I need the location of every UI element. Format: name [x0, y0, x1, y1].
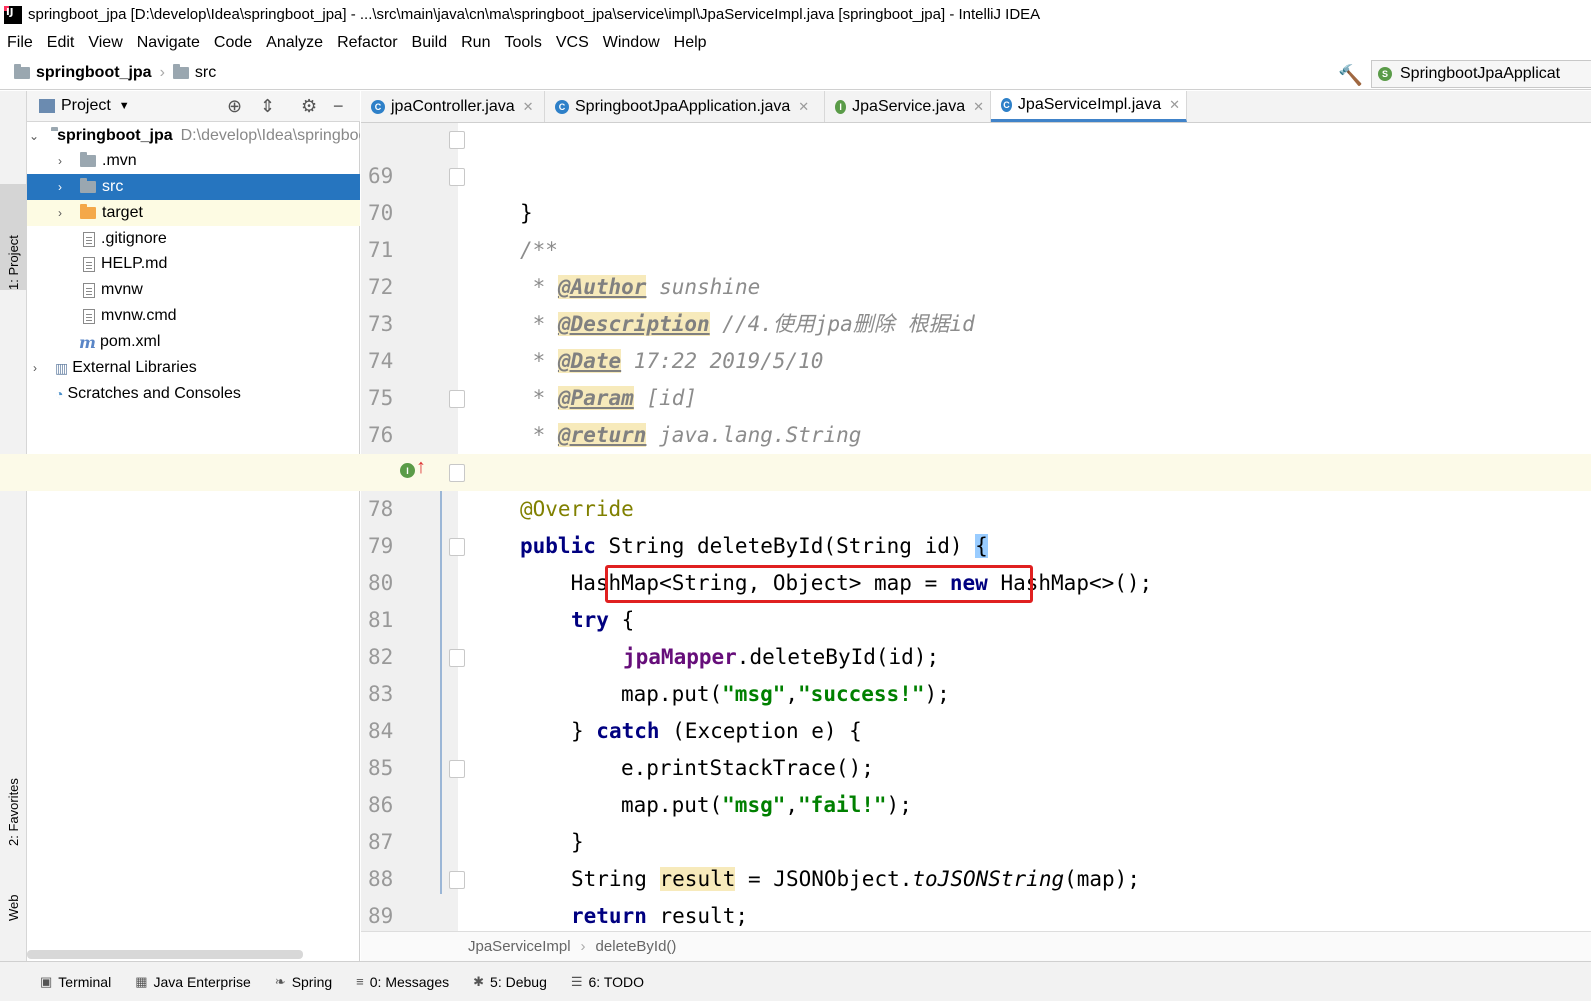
- messages-icon: ≡: [356, 974, 364, 989]
- fold-marker-icon[interactable]: [449, 168, 465, 186]
- bottom-tool-bar: ▣ Terminal ▦ Java Enterprise ❧ Spring ≡ 0: M…: [0, 961, 1591, 1001]
- breadcrumb-separator-icon: ›: [580, 938, 586, 955]
- tool-debug[interactable]: ✱ 5: Debug: [473, 974, 547, 990]
- code-line-83: 83 } catch (Exception e) {: [0, 639, 1591, 743]
- window-title: springboot_jpa [D:\develop\Idea\springbo…: [28, 6, 1041, 23]
- todo-list-icon: ☰: [570, 973, 583, 989]
- project-panel-title[interactable]: Project: [61, 97, 111, 115]
- highlight-annotation-box: [605, 565, 1033, 603]
- code-line-85: 85 map.put("msg","fail!");: [368, 756, 912, 817]
- menu-refactor[interactable]: Refactor: [330, 29, 404, 56]
- src-folder-icon: [172, 63, 189, 79]
- tool-spring[interactable]: ❧ Spring: [275, 974, 332, 990]
- code-line-80: 80 try {: [0, 528, 1591, 632]
- menu-vcs[interactable]: VCS: [549, 29, 596, 56]
- code-line-72: 72 * @Description //4.使用jpa删除 根据id: [368, 275, 975, 336]
- run-configuration-selector[interactable]: S SpringbootJpaApplicat: [1371, 60, 1591, 88]
- nav-separator-icon: ›: [159, 63, 165, 81]
- tool-java-enterprise[interactable]: ▦ Java Enterprise: [135, 974, 251, 990]
- gear-icon[interactable]: ⚙: [301, 96, 317, 117]
- code-line-87: 87 String result = JSONObject.toJSONStri…: [368, 830, 1140, 891]
- menu-view[interactable]: View: [81, 29, 129, 56]
- close-icon[interactable]: ✕: [973, 99, 984, 115]
- bug-icon: ✱: [473, 973, 485, 989]
- fold-marker-icon[interactable]: [449, 649, 465, 667]
- chevron-down-icon[interactable]: ▼: [119, 100, 130, 112]
- collapse-all-icon[interactable]: ⇕: [260, 96, 275, 117]
- code-line-88: 88 return result;: [368, 867, 749, 928]
- code-line-77: 77 @Override: [368, 460, 634, 521]
- code-line-89: 89 }: [0, 861, 1591, 972]
- hide-panel-icon[interactable]: −: [333, 96, 344, 117]
- tool-todo[interactable]: ☰ 6: TODO: [571, 974, 644, 990]
- run-config-label: SpringbootJpaApplicat: [1400, 65, 1561, 82]
- implements-method-icon[interactable]: I: [400, 463, 415, 478]
- menu-edit[interactable]: Edit: [40, 29, 82, 56]
- spring-leaf-icon: ❧: [274, 973, 286, 989]
- menu-window[interactable]: Window: [596, 29, 667, 56]
- code-line-79: 79 HashMap<String, Object> map = new Has…: [368, 534, 1153, 595]
- project-view-icon: [39, 99, 55, 113]
- breadcrumb-method[interactable]: deleteById(): [596, 938, 677, 955]
- menu-code[interactable]: Code: [207, 29, 259, 56]
- menu-bar: File Edit View Navigate Code Analyze Ref…: [0, 29, 1591, 56]
- menu-run[interactable]: Run: [454, 29, 497, 56]
- fold-marker-icon[interactable]: [449, 538, 465, 556]
- fold-marker-icon[interactable]: [449, 390, 465, 408]
- code-line-82: 82 map.put("msg","success!");: [368, 645, 950, 706]
- menu-build[interactable]: Build: [405, 29, 455, 56]
- close-icon[interactable]: ✕: [798, 99, 809, 115]
- locate-target-icon[interactable]: ⊕: [227, 96, 242, 117]
- close-icon[interactable]: ✕: [1169, 97, 1180, 113]
- tab-jpa-service-impl[interactable]: C JpaServiceImpl.java ✕: [991, 91, 1187, 122]
- terminal-icon: ▣: [40, 973, 53, 989]
- fold-marker-icon[interactable]: [449, 464, 465, 482]
- code-line-69: 69 }: [0, 121, 1591, 225]
- menu-help[interactable]: Help: [667, 29, 714, 56]
- override-arrow-icon[interactable]: ↑: [416, 456, 426, 479]
- tool-terminal[interactable]: ▣ Terminal: [40, 974, 111, 990]
- tool-messages[interactable]: ≡ 0: Messages: [356, 974, 449, 990]
- horizontal-scrollbar[interactable]: [27, 950, 303, 959]
- interface-icon: I: [835, 99, 847, 114]
- ide-window: springboot_jpa [D:\develop\Idea\springbo…: [0, 0, 1591, 1001]
- code-line-75: 75 * @return java.lang.String: [368, 386, 862, 447]
- editor-breadcrumb: JpaServiceImpl › deleteById(): [361, 931, 1591, 961]
- code-line-71: 71 * @Author sunshine: [368, 238, 761, 299]
- code-line-74: 74 * @Param [id]: [368, 349, 698, 410]
- nav-src[interactable]: src: [195, 64, 216, 82]
- close-icon[interactable]: ✕: [523, 99, 534, 115]
- class-icon: C: [555, 99, 569, 114]
- menu-analyze[interactable]: Analyze: [259, 29, 330, 56]
- class-icon: C: [371, 99, 385, 114]
- menu-file[interactable]: File: [0, 29, 40, 56]
- code-line-90: 90 }: [0, 898, 1591, 1001]
- class-icon: C: [1001, 98, 1012, 112]
- code-line-78: 78 public String deleteById(String id) {: [0, 454, 1591, 558]
- code-line-73: 73 * @Date 17:22 2019/5/10: [368, 312, 824, 373]
- editor-tab-bar: C jpaController.java ✕ C SpringbootJpaAp…: [361, 91, 1591, 123]
- menu-navigate[interactable]: Navigate: [130, 29, 207, 56]
- code-line-84: 84 e.printStackTrace();: [368, 719, 874, 780]
- menu-tools[interactable]: Tools: [497, 29, 548, 56]
- tab-jpa-controller[interactable]: C jpaController.java ✕: [361, 91, 545, 122]
- breadcrumb-class[interactable]: JpaServiceImpl: [468, 938, 571, 955]
- code-line-76: 76 **/: [0, 380, 1591, 484]
- java-enterprise-icon: ▦: [135, 973, 148, 989]
- code-line-86: 86 }: [0, 750, 1591, 854]
- fold-marker-icon[interactable]: [449, 131, 465, 149]
- code-line-70: 70 /**: [0, 158, 1591, 262]
- fold-marker-icon[interactable]: [449, 871, 465, 889]
- project-folder-icon: [14, 63, 30, 79]
- tab-jpa-service[interactable]: I JpaService.java ✕: [825, 91, 991, 122]
- build-hammer-icon[interactable]: 🔨: [1338, 63, 1363, 88]
- intellij-logo-icon: [4, 5, 22, 24]
- fold-marker-icon[interactable]: [449, 760, 465, 778]
- project-panel-header: Project ▼ ⊕ ⇕ ⚙ −: [27, 91, 360, 122]
- tab-springboot-jpa-application[interactable]: C SpringbootJpaApplication.java ✕: [545, 91, 825, 122]
- title-bar: springboot_jpa [D:\develop\Idea\springbo…: [0, 0, 1591, 29]
- nav-project[interactable]: springboot_jpa: [36, 64, 152, 82]
- spring-boot-icon: S: [1378, 67, 1392, 81]
